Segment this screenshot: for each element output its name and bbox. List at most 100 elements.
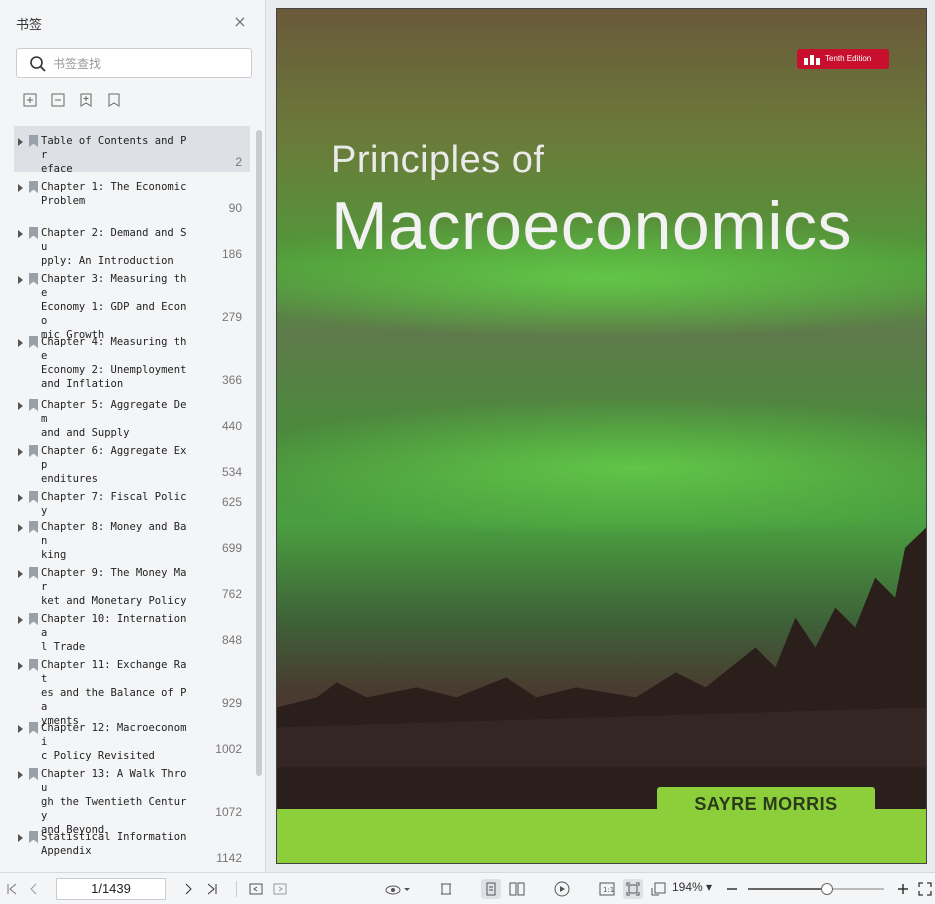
page-number-input[interactable]: 1/1439: [56, 878, 166, 900]
bookmark-flag-icon: [29, 613, 38, 625]
bookmark-flag-icon: [29, 831, 38, 843]
bookmark-flag-icon: [29, 768, 38, 780]
bookmark-flag-icon: [29, 445, 38, 457]
bookmark-item[interactable]: Chapter 4: Measuring the Economy 2: Unem…: [14, 327, 250, 390]
expand-arrow-icon[interactable]: [18, 448, 23, 456]
bookmark-page-number: 534: [221, 465, 242, 479]
bookmark-item[interactable]: Chapter 9: The Money Mar ket and Monetar…: [14, 558, 250, 607]
bookmark-page-number: 625: [221, 495, 242, 509]
cover-image: [277, 9, 926, 863]
bookmark-title: Chapter 9: The Money Mar ket and Monetar…: [41, 567, 187, 607]
edition-badge: Tenth Edition: [797, 49, 889, 69]
single-page-icon[interactable]: [481, 879, 501, 899]
document-page: Tenth Edition Principles of Macroeconomi…: [276, 8, 927, 864]
bookmark-page-number: 762: [221, 587, 242, 601]
bookmark-flag-icon: [29, 659, 38, 671]
bookmark-item[interactable]: Chapter 7: Fiscal Policy 625: [14, 482, 250, 517]
expand-arrow-icon[interactable]: [18, 725, 23, 733]
expand-all-icon[interactable]: [22, 92, 38, 108]
bookmark-item[interactable]: Statistical Information Appendix 1142: [14, 822, 250, 868]
actual-size-icon[interactable]: 1:1: [597, 879, 617, 899]
bookmark-title: Chapter 6: Aggregate Exp enditures: [41, 445, 187, 485]
expand-arrow-icon[interactable]: [18, 616, 23, 624]
bookmark-page-number: 848: [221, 633, 242, 647]
bookmark-page-number: 1002: [215, 742, 242, 756]
last-page-icon[interactable]: [202, 879, 222, 899]
expand-arrow-icon[interactable]: [18, 138, 23, 146]
forward-icon[interactable]: [270, 879, 290, 899]
bookmark-title: Table of Contents and Pr eface: [41, 135, 187, 175]
next-page-icon[interactable]: [178, 879, 198, 899]
rotate-icon[interactable]: [649, 879, 669, 899]
bookmark-page-number: 2: [235, 155, 242, 169]
bookmark-item[interactable]: Chapter 12: Macroeconomi c Policy Revisi…: [14, 713, 250, 762]
bookmark-item[interactable]: Chapter 13: A Walk Throu gh the Twentiet…: [14, 759, 250, 836]
bookmark-item[interactable]: Chapter 3: Measuring the Economy 1: GDP …: [14, 264, 250, 341]
bookmark-item[interactable]: Chapter 10: Internationa l Trade 848: [14, 604, 250, 653]
add-bookmark-icon[interactable]: [78, 92, 94, 108]
eye-protection-icon[interactable]: [384, 879, 412, 899]
fit-page-icon[interactable]: [623, 879, 643, 899]
bookmark-item[interactable]: Chapter 1: The Economic Problem 90: [14, 172, 250, 218]
document-view: Tenth Edition Principles of Macroeconomi…: [266, 0, 935, 872]
cover-authors: SAYRE MORRIS: [657, 787, 875, 821]
bookmark-title: Chapter 2: Demand and Su pply: An Introd…: [41, 227, 187, 267]
expand-arrow-icon[interactable]: [18, 494, 23, 502]
bookmark-flag-icon: [29, 181, 38, 193]
zoom-out-icon[interactable]: [722, 879, 742, 899]
bookmark-search-box[interactable]: [16, 48, 252, 78]
expand-arrow-icon[interactable]: [18, 339, 23, 347]
bookmark-title: Chapter 4: Measuring the Economy 2: Unem…: [41, 336, 187, 390]
expand-arrow-icon[interactable]: [18, 230, 23, 238]
bookmark-item[interactable]: Table of Contents and Pr eface 2: [14, 126, 250, 175]
expand-arrow-icon[interactable]: [18, 570, 23, 578]
separator: [236, 881, 237, 897]
bookmark-flag-icon: [29, 567, 38, 579]
zoom-slider-knob[interactable]: [820, 883, 833, 895]
edition-label: Tenth Edition: [825, 54, 872, 63]
publisher-logo-icon: [804, 55, 820, 65]
expand-arrow-icon[interactable]: [18, 402, 23, 410]
bookmark-flag-icon: [29, 521, 38, 533]
bookmark-item[interactable]: Chapter 8: Money and Ban king 699: [14, 512, 250, 561]
bookmark-title: Chapter 1: The Economic Problem: [41, 181, 187, 207]
play-icon[interactable]: [552, 879, 572, 899]
cover-title-line2: Macroeconomics: [331, 188, 852, 264]
two-page-icon[interactable]: [507, 879, 527, 899]
bookmark-flag-icon: [29, 273, 38, 285]
bookmark-page-number: 440: [221, 419, 242, 433]
zoom-slider[interactable]: [748, 883, 884, 895]
bookmark-flag-icon: [29, 399, 38, 411]
fullscreen-icon[interactable]: [915, 879, 935, 899]
collapse-all-icon[interactable]: [50, 92, 66, 108]
zoom-level[interactable]: 194% ▾: [672, 880, 712, 894]
expand-arrow-icon[interactable]: [18, 834, 23, 842]
expand-arrow-icon[interactable]: [18, 524, 23, 532]
previous-page-icon[interactable]: [24, 879, 44, 899]
bookmark-scrollbar[interactable]: [256, 130, 262, 776]
bookmark-panel-title: 书签: [16, 18, 43, 33]
first-page-icon[interactable]: [2, 879, 22, 899]
close-icon[interactable]: ×: [232, 14, 248, 30]
zoom-slider-fill: [748, 888, 827, 890]
bookmark-item[interactable]: Chapter 5: Aggregate Dem and and Supply 4…: [14, 390, 250, 439]
back-icon[interactable]: [246, 879, 266, 899]
bookmark-page-number: 90: [228, 201, 242, 215]
bookmark-list: Table of Contents and Pr eface 2 Chapter 1…: [14, 126, 254, 872]
expand-arrow-icon[interactable]: [18, 662, 23, 670]
bookmark-page-number: 366: [221, 373, 242, 387]
bookmark-panel: 书签 × Table of Contents and Pr eface 2 Chap…: [0, 0, 266, 872]
bookmark-item[interactable]: Chapter 11: Exchange Rat es and the Bala…: [14, 650, 250, 727]
bookmark-icon[interactable]: [106, 92, 122, 108]
bookmark-page-number: 279: [221, 310, 242, 324]
expand-arrow-icon[interactable]: [18, 184, 23, 192]
bookmark-title: Chapter 5: Aggregate Dem and and Supply: [41, 399, 187, 439]
bookmark-item[interactable]: Chapter 6: Aggregate Exp enditures 534: [14, 436, 250, 485]
fit-width-icon[interactable]: [436, 879, 456, 899]
bookmark-item[interactable]: Chapter 2: Demand and Su pply: An Introd…: [14, 218, 250, 267]
bookmark-flag-icon: [29, 336, 38, 348]
bookmark-search-input[interactable]: [53, 54, 243, 74]
expand-arrow-icon[interactable]: [18, 276, 23, 284]
zoom-in-icon[interactable]: [893, 879, 913, 899]
expand-arrow-icon[interactable]: [18, 771, 23, 779]
